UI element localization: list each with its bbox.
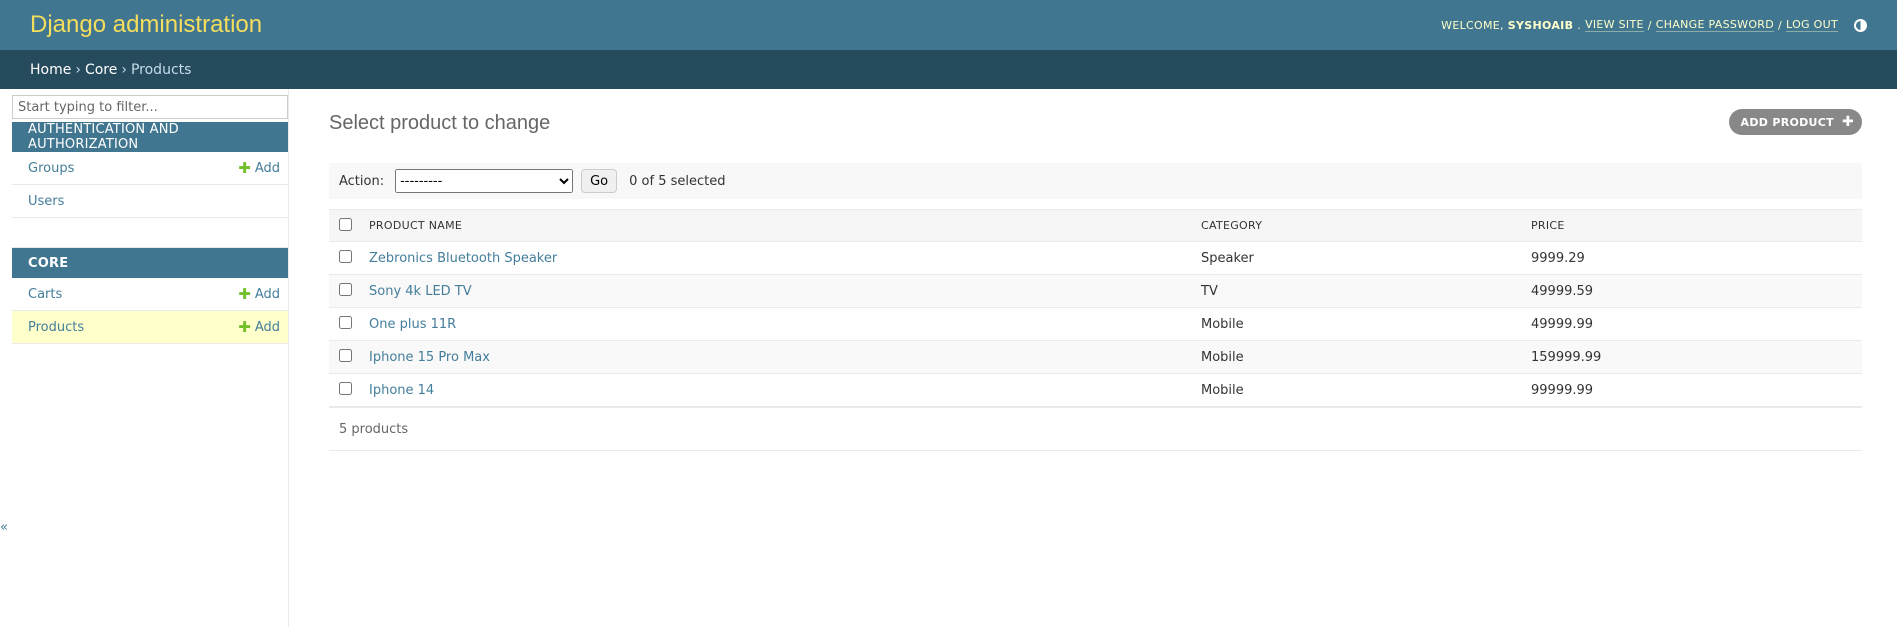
- product-name-cell: Iphone 15 Pro Max: [361, 340, 1193, 374]
- row-checkbox-cell: [329, 340, 361, 374]
- plus-icon: ✚: [238, 158, 251, 177]
- sidebar-item-groups: Groups ✚ Add: [12, 152, 288, 185]
- page-title: Select product to change: [329, 112, 551, 134]
- view-site-link[interactable]: VIEW SITE: [1585, 18, 1644, 32]
- row-checkbox-cell: [329, 241, 361, 275]
- add-groups-link[interactable]: ✚ Add: [238, 158, 280, 177]
- row-checkbox-cell: [329, 274, 361, 308]
- price-cell: 159999.99: [1523, 340, 1862, 374]
- row-checkbox[interactable]: [339, 282, 352, 296]
- product-name-link[interactable]: Iphone 14: [369, 383, 434, 398]
- log-out-link[interactable]: LOG OUT: [1786, 18, 1838, 32]
- table-row: Zebronics Bluetooth Speaker Speaker 9999…: [329, 241, 1862, 275]
- paginator: 5 products: [329, 407, 1862, 451]
- category-cell: Mobile: [1193, 307, 1523, 341]
- row-checkbox[interactable]: [339, 249, 352, 263]
- sidebar-link-users[interactable]: Users: [28, 194, 64, 209]
- result-list-table: PRODUCT NAME CATEGORY PRICE Zebronics Bl…: [329, 209, 1862, 407]
- product-name-link[interactable]: Sony 4k LED TV: [369, 284, 472, 299]
- select-all-checkbox[interactable]: [339, 217, 352, 231]
- action-label: Action:: [339, 173, 385, 189]
- category-cell: Mobile: [1193, 340, 1523, 374]
- add-label: Add: [254, 160, 280, 176]
- product-name-link[interactable]: One plus 11R: [369, 317, 456, 332]
- username: SYSHOAIB: [1507, 18, 1574, 32]
- sidebar-collapse-toggle[interactable]: «: [0, 520, 8, 535]
- module-core: CORE Carts ✚ Add Products ✚ Add: [12, 248, 288, 344]
- theme-toggle-icon[interactable]: [1854, 18, 1867, 32]
- header: Django administration WELCOME, SYSHOAIB.…: [0, 0, 1897, 50]
- table-header-row: PRODUCT NAME CATEGORY PRICE: [329, 209, 1862, 242]
- column-header-category[interactable]: CATEGORY: [1193, 209, 1523, 242]
- sidebar-item-products: Products ✚ Add: [12, 311, 288, 344]
- row-checkbox[interactable]: [339, 348, 352, 362]
- module-caption-core[interactable]: CORE: [12, 248, 288, 278]
- breadcrumb: Home › Core › Products: [0, 50, 1897, 89]
- selected-count: 0 of 5 selected: [629, 173, 726, 189]
- row-checkbox-cell: [329, 373, 361, 407]
- welcome-text: WELCOME,: [1441, 18, 1504, 32]
- add-product-button[interactable]: ADD PRODUCT ✚: [1728, 109, 1862, 135]
- sidebar-link-groups[interactable]: Groups: [28, 161, 74, 176]
- sidebar-link-products[interactable]: Products: [28, 320, 84, 335]
- add-label: Add: [254, 319, 280, 335]
- table-row: Iphone 15 Pro Max Mobile 159999.99: [329, 340, 1862, 374]
- add-product-label: ADD PRODUCT: [1740, 115, 1834, 129]
- site-branding[interactable]: Django administration: [30, 11, 262, 39]
- action-select[interactable]: ---------: [395, 169, 574, 193]
- breadcrumb-current: Products: [130, 61, 192, 78]
- price-cell: 99999.99: [1523, 373, 1862, 407]
- product-name-link[interactable]: Zebronics Bluetooth Speaker: [369, 251, 557, 266]
- sidebar-link-carts[interactable]: Carts: [28, 287, 62, 302]
- price-cell: 49999.59: [1523, 274, 1862, 308]
- table-row: Iphone 14 Mobile 99999.99: [329, 373, 1862, 407]
- add-products-link[interactable]: ✚ Add: [238, 317, 280, 336]
- product-name-cell: Iphone 14: [361, 373, 1193, 407]
- welcome-period: .: [1577, 18, 1582, 32]
- module-spacer: [12, 218, 288, 248]
- breadcrumb-home[interactable]: Home: [30, 62, 71, 78]
- plus-icon: ✚: [238, 317, 251, 336]
- product-name-cell: One plus 11R: [361, 307, 1193, 341]
- price-cell: 49999.99: [1523, 307, 1862, 341]
- main-content: Select product to change ADD PRODUCT ✚ A…: [329, 89, 1862, 451]
- column-header-price[interactable]: PRICE: [1523, 209, 1862, 242]
- table-row: One plus 11R Mobile 49999.99: [329, 307, 1862, 341]
- sidebar-item-users: Users: [12, 185, 288, 218]
- separator: /: [1647, 18, 1652, 32]
- price-cell: 9999.29: [1523, 241, 1862, 275]
- row-checkbox-cell: [329, 307, 361, 341]
- product-name-link[interactable]: Iphone 15 Pro Max: [369, 350, 490, 365]
- category-cell: Speaker: [1193, 241, 1523, 275]
- actions-bar: Action: --------- Go 0 of 5 selected: [329, 163, 1862, 199]
- table-row: Sony 4k LED TV TV 49999.59: [329, 274, 1862, 308]
- go-button[interactable]: Go: [581, 169, 618, 193]
- product-name-cell: Zebronics Bluetooth Speaker: [361, 241, 1193, 275]
- product-name-cell: Sony 4k LED TV: [361, 274, 1193, 308]
- separator: /: [1778, 18, 1783, 32]
- category-cell: TV: [1193, 274, 1523, 308]
- column-header-name[interactable]: PRODUCT NAME: [361, 209, 1193, 242]
- breadcrumb-app[interactable]: Core: [85, 62, 117, 78]
- sidebar-item-carts: Carts ✚ Add: [12, 278, 288, 311]
- module-auth: AUTHENTICATION AND AUTHORIZATION Groups …: [12, 122, 288, 248]
- category-cell: Mobile: [1193, 373, 1523, 407]
- module-caption-auth[interactable]: AUTHENTICATION AND AUTHORIZATION: [12, 122, 288, 152]
- nav-sidebar: AUTHENTICATION AND AUTHORIZATION Groups …: [12, 89, 289, 627]
- user-tools: WELCOME, SYSHOAIB. VIEW SITE / CHANGE PA…: [1441, 18, 1867, 32]
- breadcrumb-separator: ›: [121, 61, 127, 78]
- add-carts-link[interactable]: ✚ Add: [238, 284, 280, 303]
- change-password-link[interactable]: CHANGE PASSWORD: [1655, 18, 1775, 32]
- nav-filter-input[interactable]: [12, 95, 288, 119]
- row-checkbox[interactable]: [339, 315, 352, 329]
- breadcrumb-separator: ›: [75, 61, 81, 78]
- add-label: Add: [254, 286, 280, 302]
- plus-icon: ✚: [1841, 114, 1854, 130]
- select-all-cell: [329, 209, 361, 242]
- plus-icon: ✚: [238, 284, 251, 303]
- row-checkbox[interactable]: [339, 381, 352, 395]
